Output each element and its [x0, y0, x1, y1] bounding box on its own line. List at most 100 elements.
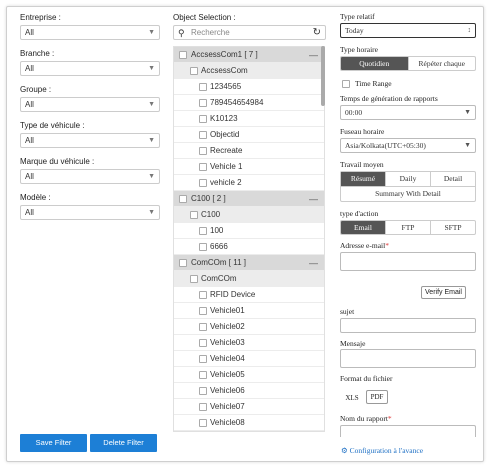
- format-xls[interactable]: XLS: [342, 391, 362, 405]
- collapse-icon[interactable]: —: [309, 191, 318, 207]
- checkbox[interactable]: [199, 339, 207, 347]
- checkbox[interactable]: [199, 243, 207, 251]
- checkbox[interactable]: [199, 403, 207, 411]
- modele-select[interactable]: All ▼: [20, 205, 160, 220]
- checkbox[interactable]: [199, 371, 207, 379]
- tree-group[interactable]: ComCOm [ 11 ] —: [174, 255, 324, 271]
- tree-item[interactable]: 789454654984: [174, 95, 324, 111]
- filter-marque: Marque du véhicule : All ▼: [20, 156, 160, 184]
- item-label: Vehicle03: [210, 338, 245, 347]
- tree-subgroup[interactable]: ComCOm: [174, 271, 324, 287]
- tree-item[interactable]: Vehicle06: [174, 383, 324, 399]
- checkbox[interactable]: [199, 131, 207, 139]
- checkbox[interactable]: [179, 195, 187, 203]
- checkbox[interactable]: [199, 323, 207, 331]
- tree-group[interactable]: C100 [ 2 ] —: [174, 191, 324, 207]
- select-value: All: [25, 208, 34, 217]
- travel-label: Travail moyen: [340, 160, 384, 169]
- checkbox[interactable]: [199, 307, 207, 315]
- checkbox[interactable]: [199, 99, 207, 107]
- delete-filter-button[interactable]: Delete Filter: [90, 434, 157, 452]
- item-label: Objectid: [210, 130, 240, 139]
- travel-option-summary-detail[interactable]: Summary With Detail: [341, 187, 475, 201]
- travel-option-detail[interactable]: Detail: [431, 172, 475, 186]
- time-range-checkbox[interactable]: [342, 80, 350, 88]
- checkbox[interactable]: [199, 387, 207, 395]
- action-option-email[interactable]: Email: [341, 221, 386, 234]
- chevron-down-icon: ▼: [148, 173, 155, 180]
- tree-item[interactable]: vehicle 2: [174, 175, 324, 191]
- select-value: Asia/Kolkata(UTC+05:30): [345, 141, 426, 150]
- advanced-config-link[interactable]: ⚙ Configuration à l'avance: [341, 446, 423, 455]
- checkbox[interactable]: [199, 355, 207, 363]
- schedule-type-label: Type horaire: [340, 45, 378, 54]
- tree-group[interactable]: AccsessCom1 [ 7 ] —: [174, 47, 324, 63]
- tree-item[interactable]: RFID Device: [174, 287, 324, 303]
- type-relatif-label: Type relatif: [340, 12, 375, 21]
- action-option-sftp[interactable]: SFTP: [431, 221, 475, 234]
- travel-option-summary[interactable]: Résumé: [341, 172, 386, 186]
- type-relatif-select[interactable]: Today ↕: [340, 23, 476, 38]
- checkbox[interactable]: [179, 259, 187, 267]
- schedule-option-repeat[interactable]: Répéter chaque: [409, 57, 476, 70]
- tree-item[interactable]: 1234565: [174, 79, 324, 95]
- checkbox[interactable]: [199, 419, 207, 427]
- checkbox[interactable]: [199, 115, 207, 123]
- timezone-select[interactable]: Asia/Kolkata(UTC+05:30) ▼: [340, 138, 476, 153]
- tree-item[interactable]: Vehicle03: [174, 335, 324, 351]
- tree-subgroup[interactable]: C100: [174, 207, 324, 223]
- report-name-input[interactable]: [340, 425, 476, 437]
- groupe-select[interactable]: All ▼: [20, 97, 160, 112]
- tree-item[interactable]: Vehicle08: [174, 415, 324, 431]
- schedule-option-daily[interactable]: Quotidien: [341, 57, 409, 70]
- collapse-icon[interactable]: —: [309, 255, 318, 271]
- subject-input[interactable]: [340, 318, 476, 333]
- select-value: All: [25, 100, 34, 109]
- tree-item[interactable]: 6666: [174, 239, 324, 255]
- tree-item[interactable]: Vehicle01: [174, 303, 324, 319]
- object-search-input[interactable]: ⚲ Recherche ↻: [173, 25, 326, 40]
- collapse-icon[interactable]: —: [309, 47, 318, 63]
- checkbox[interactable]: [199, 147, 207, 155]
- generation-time-label: Temps de génération de rapports: [340, 94, 438, 103]
- item-label: RFID Device: [210, 290, 256, 299]
- report-name-label: Nom du rapport*: [340, 414, 392, 424]
- tree-item[interactable]: Vehicle05: [174, 367, 324, 383]
- tree-item[interactable]: Objectid: [174, 127, 324, 143]
- tree-scrollbar[interactable]: [321, 46, 325, 106]
- checkbox[interactable]: [190, 275, 198, 283]
- generation-time-select[interactable]: 00:00 ▼: [340, 105, 476, 120]
- group-label: AccsessCom1 [ 7 ]: [191, 50, 258, 59]
- tree-item[interactable]: K10123: [174, 111, 324, 127]
- marque-select[interactable]: All ▼: [20, 169, 160, 184]
- checkbox[interactable]: [199, 179, 207, 187]
- checkbox[interactable]: [199, 83, 207, 91]
- refresh-icon[interactable]: ↻: [313, 26, 321, 39]
- email-input[interactable]: [340, 252, 476, 271]
- checkbox[interactable]: [199, 163, 207, 171]
- tree-item[interactable]: Vehicle07: [174, 399, 324, 415]
- object-tree[interactable]: AccsessCom1 [ 7 ] — AccsessCom 1234565 78…: [173, 46, 325, 432]
- type-vehicule-select[interactable]: All ▼: [20, 133, 160, 148]
- save-filter-button[interactable]: Save Filter: [20, 434, 87, 452]
- verify-email-button[interactable]: Verify Email: [421, 286, 466, 299]
- item-label: K10123: [210, 114, 238, 123]
- message-input[interactable]: [340, 349, 476, 368]
- checkbox[interactable]: [190, 67, 198, 75]
- travel-option-daily[interactable]: Daily: [386, 172, 431, 186]
- tree-item[interactable]: Vehicle04: [174, 351, 324, 367]
- action-option-ftp[interactable]: FTP: [386, 221, 431, 234]
- tree-item[interactable]: 100: [174, 223, 324, 239]
- checkbox[interactable]: [190, 211, 198, 219]
- entreprise-select[interactable]: All ▼: [20, 25, 160, 40]
- item-label: 1234565: [210, 82, 242, 91]
- checkbox[interactable]: [179, 51, 187, 59]
- tree-item[interactable]: Recreate: [174, 143, 324, 159]
- tree-item[interactable]: Vehicle02: [174, 319, 324, 335]
- checkbox[interactable]: [199, 291, 207, 299]
- branche-select[interactable]: All ▼: [20, 61, 160, 76]
- tree-subgroup[interactable]: AccsessCom: [174, 63, 324, 79]
- format-pdf[interactable]: PDF: [366, 390, 388, 404]
- tree-item[interactable]: Vehicle 1: [174, 159, 324, 175]
- checkbox[interactable]: [199, 227, 207, 235]
